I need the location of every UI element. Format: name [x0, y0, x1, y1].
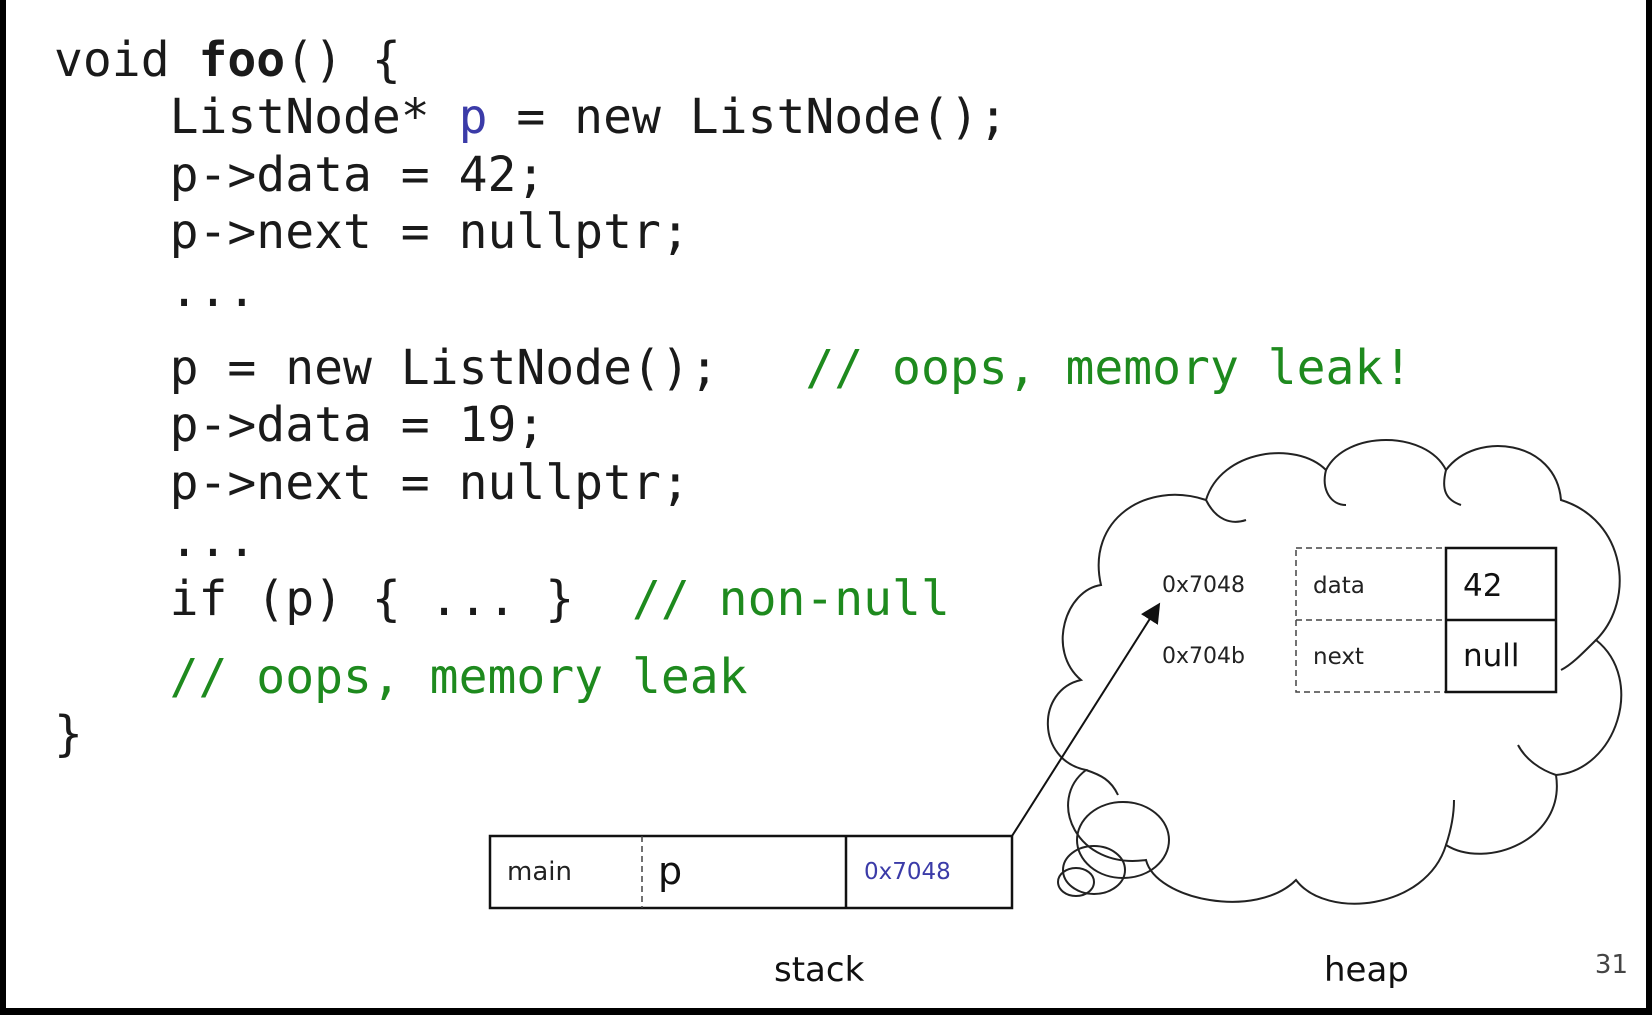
heap-address-data: 0x7048: [1162, 573, 1245, 598]
pointer-arrow: [1011, 602, 1161, 837]
heap-value-next: null: [1463, 638, 1520, 674]
heap-field-data: data: [1313, 573, 1365, 599]
heap-value-data: 42: [1463, 568, 1502, 604]
heap-caption: heap: [1324, 950, 1409, 990]
slide: void foo() { ListNode* p = new ListNode(…: [6, 0, 1646, 1008]
heap-field-next: next: [1313, 644, 1364, 670]
stack-variable-name: p: [658, 849, 682, 893]
page-number: 31: [1594, 950, 1628, 980]
stack-variable-value: 0x7048: [864, 859, 951, 885]
stack-frame-label: main: [507, 857, 572, 887]
memory-diagram: 0x7048 0x704b data next 42 null main p 0…: [488, 439, 1623, 910]
heap-address-next: 0x704b: [1162, 644, 1245, 669]
stack-caption: stack: [774, 950, 865, 990]
